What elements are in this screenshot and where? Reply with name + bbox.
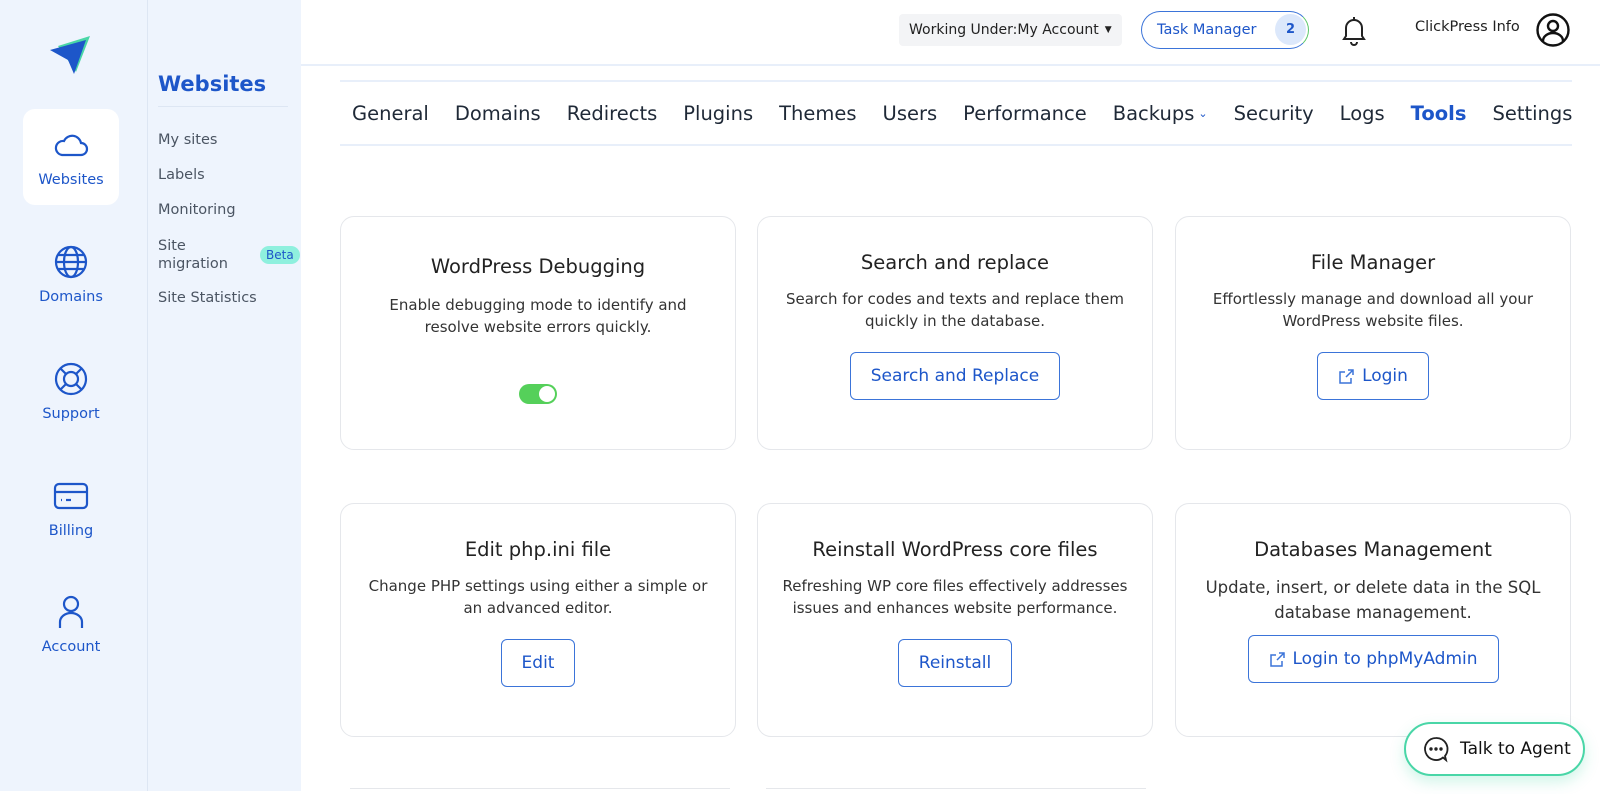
- card-description: Update, insert, or delete data in the SQ…: [1205, 578, 1541, 622]
- cloud-icon: [54, 134, 89, 157]
- subnav-label: Site migration: [158, 238, 228, 272]
- tab-performance[interactable]: Performance: [963, 102, 1087, 125]
- tab-label: Backups: [1112, 101, 1195, 125]
- card-description: Effortlessly manage and download all you…: [1212, 290, 1534, 330]
- subnav-item-monitoring[interactable]: Monitoring: [158, 202, 236, 218]
- card-description: Enable debugging mode to identify and re…: [389, 296, 687, 336]
- rail-item-billing[interactable]: Billing: [23, 460, 119, 556]
- rail-label: Support: [42, 406, 100, 422]
- phpmyadmin-login-button[interactable]: Login to phpMyAdmin: [1247, 635, 1499, 683]
- rail-label: Domains: [39, 289, 103, 305]
- user-icon: [58, 595, 84, 628]
- subnav-item-site-migration[interactable]: Site migration Beta: [158, 237, 300, 273]
- card-edit-php-ini: Edit php.ini file Change PHP settings us…: [340, 503, 736, 737]
- subnav-item-labels[interactable]: Labels: [158, 167, 205, 183]
- sub-navigation: Websites My sites Labels Monitoring Site…: [148, 0, 301, 791]
- card-partial: [766, 788, 1146, 794]
- tab-plugins[interactable]: Plugins: [683, 102, 753, 125]
- card-title: Search and replace: [860, 251, 1050, 274]
- card-databases-management: Databases Management Update, insert, or …: [1175, 503, 1571, 737]
- external-link-icon: [1269, 651, 1285, 667]
- card-partial: [350, 788, 730, 794]
- subnav-item-site-statistics[interactable]: Site Statistics: [158, 290, 257, 306]
- rail-item-support[interactable]: Support: [23, 343, 119, 439]
- external-link-icon: [1339, 368, 1354, 384]
- card-description: Change PHP settings using either a simpl…: [368, 577, 708, 617]
- button-label: Search and Replace: [870, 366, 1040, 386]
- chevron-down-icon: ⌄: [1198, 106, 1208, 120]
- card-title: Edit php.ini file: [464, 538, 612, 561]
- caret-down-icon: ▼: [1104, 25, 1112, 35]
- button-label: Edit: [521, 653, 555, 673]
- card-description: Search for codes and texts and replace t…: [785, 290, 1125, 330]
- rail-item-domains[interactable]: Domains: [23, 226, 119, 322]
- talk-to-agent-button[interactable]: Talk to Agent: [1404, 722, 1585, 776]
- card-reinstall-core: Reinstall WordPress core files Refreshin…: [757, 503, 1153, 737]
- card-file-manager: File Manager Effortlessly manage and dow…: [1175, 216, 1571, 450]
- subnav-item-my-sites[interactable]: My sites: [158, 132, 217, 148]
- button-label: Login: [1362, 366, 1408, 386]
- avatar-icon[interactable]: [1535, 12, 1571, 48]
- working-under-dropdown[interactable]: Working Under:My Account ▼: [899, 14, 1122, 46]
- tab-users[interactable]: Users: [883, 102, 938, 125]
- chat-bubble-icon: [1424, 737, 1449, 763]
- paper-plane-logo-icon[interactable]: [46, 32, 94, 78]
- task-manager-button[interactable]: Task Manager 2: [1141, 11, 1309, 49]
- tab-settings[interactable]: Settings: [1492, 102, 1572, 125]
- lifebuoy-icon: [54, 362, 88, 396]
- user-name[interactable]: ClickPress Info: [1415, 19, 1520, 35]
- site-tabs: General Domains Redirects Plugins Themes…: [340, 80, 1572, 146]
- bell-icon[interactable]: [1339, 14, 1369, 46]
- rail-item-websites[interactable]: Websites: [23, 109, 119, 205]
- tab-redirects[interactable]: Redirects: [567, 102, 658, 125]
- card-title: Databases Management: [1254, 538, 1492, 561]
- card-title: WordPress Debugging: [430, 255, 646, 278]
- button-label: Reinstall: [918, 653, 992, 673]
- rail-label: Billing: [48, 523, 94, 539]
- card-title: File Manager: [1310, 251, 1436, 274]
- rail-item-account[interactable]: Account: [23, 576, 119, 672]
- reinstall-button[interactable]: Reinstall: [897, 639, 1013, 687]
- chat-label: Talk to Agent: [1460, 739, 1571, 759]
- file-manager-login-button[interactable]: Login: [1317, 352, 1429, 400]
- tab-tools[interactable]: Tools: [1411, 102, 1467, 125]
- rail-label: Account: [41, 639, 101, 655]
- subnav-title: Websites: [158, 72, 288, 107]
- card-description: Refreshing WP core files effectively add…: [782, 577, 1128, 617]
- card-wordpress-debugging: WordPress Debugging Enable debugging mod…: [340, 216, 736, 450]
- tab-domains[interactable]: Domains: [455, 102, 541, 125]
- search-and-replace-button[interactable]: Search and Replace: [849, 352, 1061, 400]
- working-under-label: Working Under:My Account: [909, 22, 1099, 38]
- tab-general[interactable]: General: [352, 102, 429, 125]
- tab-security[interactable]: Security: [1234, 102, 1314, 125]
- card-search-replace: Search and replace Search for codes and …: [757, 216, 1153, 450]
- top-bar: Working Under:My Account ▼ Task Manager …: [301, 0, 1600, 66]
- task-manager-label: Task Manager: [1157, 22, 1257, 38]
- tab-backups[interactable]: Backups ⌄: [1113, 102, 1208, 125]
- tab-themes[interactable]: Themes: [779, 102, 856, 125]
- debugging-toggle[interactable]: [519, 384, 557, 404]
- globe-icon: [54, 245, 88, 279]
- tab-logs[interactable]: Logs: [1340, 102, 1385, 125]
- task-count-badge: 2: [1275, 14, 1306, 45]
- card-title: Reinstall WordPress core files: [812, 538, 1098, 561]
- credit-card-icon: [53, 482, 89, 510]
- button-label: Login to phpMyAdmin: [1292, 649, 1478, 669]
- edit-button[interactable]: Edit: [500, 639, 576, 687]
- rail-label: Websites: [38, 172, 104, 188]
- beta-badge: Beta: [260, 246, 300, 264]
- icon-rail: Websites Domains Support Billing Account: [0, 0, 148, 791]
